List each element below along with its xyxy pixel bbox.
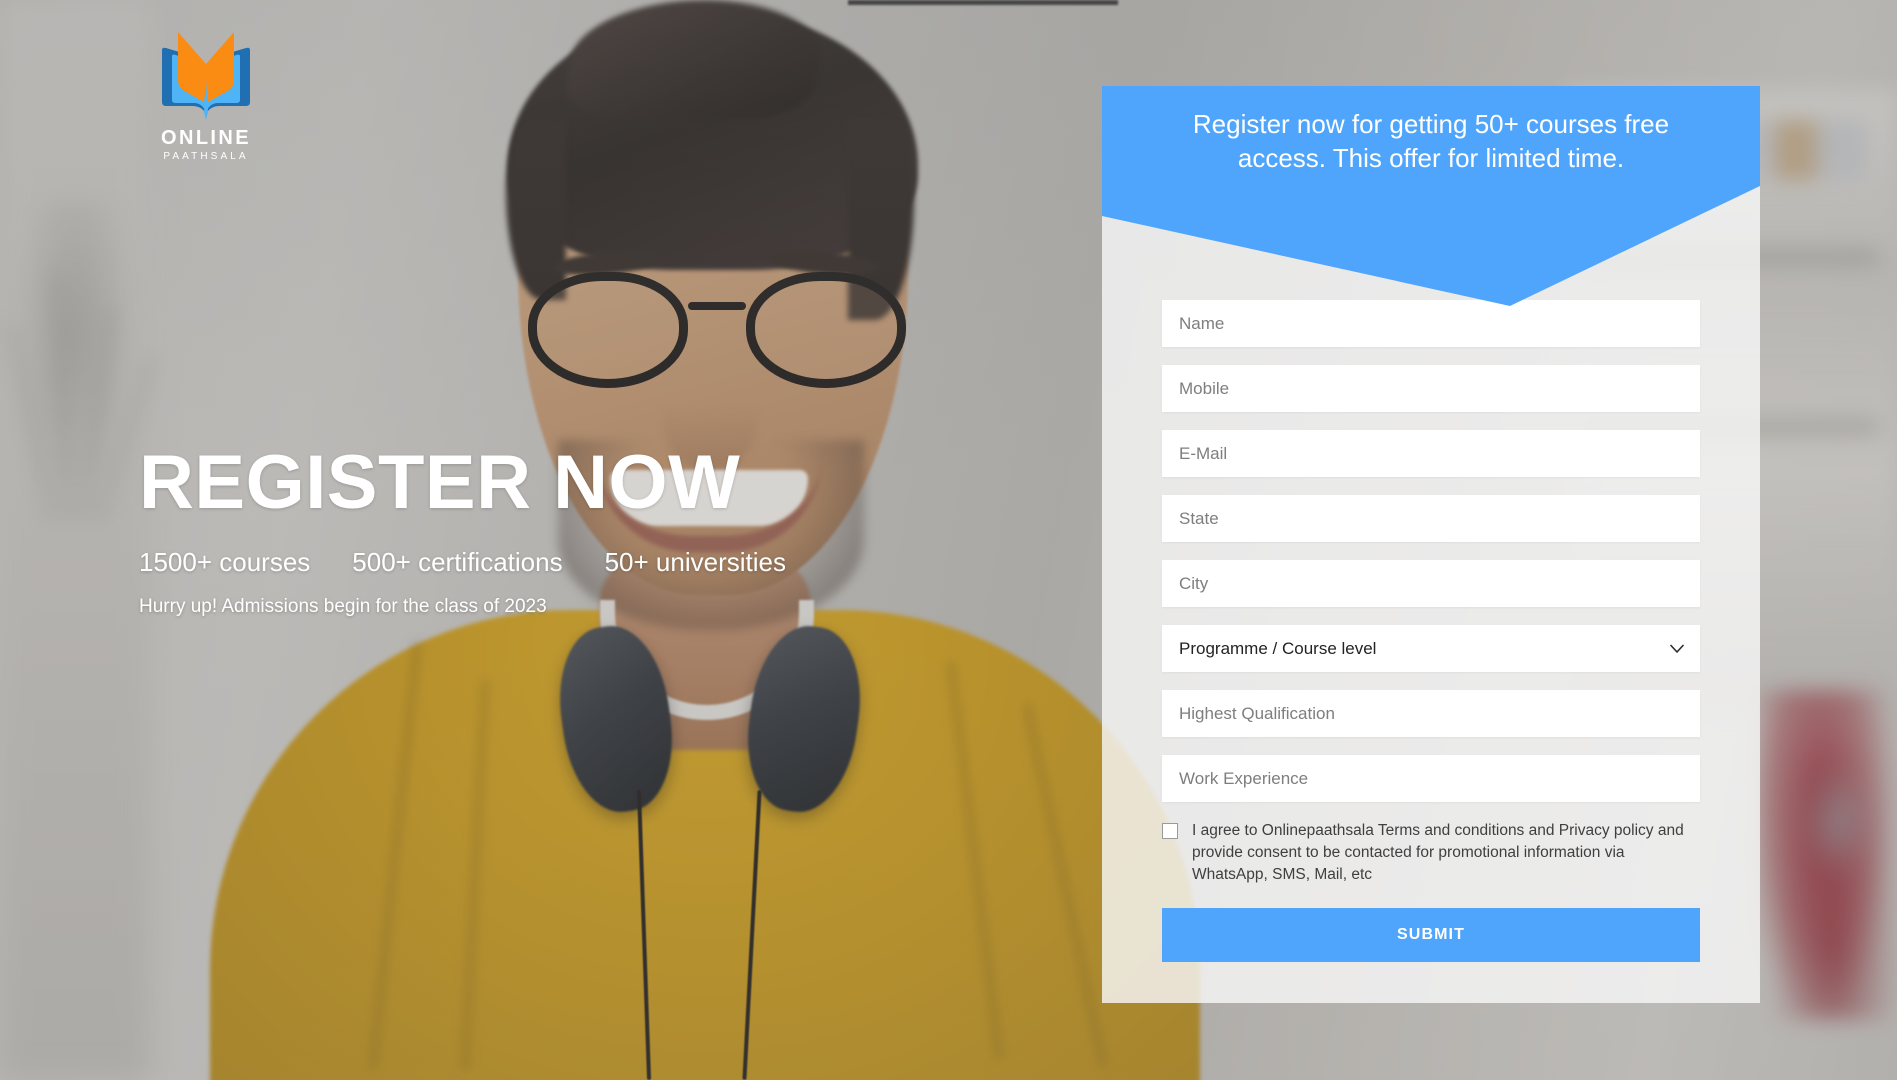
- name-input[interactable]: [1162, 300, 1700, 347]
- consent-row: I agree to Onlinepaathsala Terms and con…: [1162, 820, 1700, 886]
- state-input[interactable]: [1162, 495, 1700, 542]
- email-input[interactable]: [1162, 430, 1700, 477]
- city-input[interactable]: [1162, 560, 1700, 607]
- page-title: REGISTER NOW: [139, 440, 741, 525]
- programme-select[interactable]: Programme / Course level: [1162, 625, 1700, 672]
- hero-stats: 1500+ courses 500+ certifications 50+ un…: [139, 549, 786, 575]
- book-bookmark-logo-icon: [162, 32, 250, 120]
- submit-button[interactable]: SUBMIT: [1162, 908, 1700, 962]
- brand-subtitle: PAATHSALA: [163, 151, 249, 162]
- brand-name: ONLINE: [161, 127, 251, 149]
- registration-card: Register now for getting 50+ courses fre…: [1102, 86, 1760, 1003]
- hero-stat-certifications: 500+ certifications: [352, 547, 563, 577]
- banner-headline: Register now for getting 50+ courses fre…: [1192, 109, 1670, 173]
- programme-select-wrapper: Programme / Course level: [1162, 625, 1700, 672]
- hero-stat-courses: 1500+ courses: [139, 547, 311, 577]
- work-experience-input[interactable]: [1162, 755, 1700, 802]
- hero-section: REGISTER NOW 1500+ courses 500+ certific…: [139, 440, 786, 617]
- hero-stat-universities: 50+ universities: [604, 547, 786, 577]
- consent-text: I agree to Onlinepaathsala Terms and con…: [1192, 822, 1684, 883]
- mobile-input[interactable]: [1162, 365, 1700, 412]
- card-banner: Register now for getting 50+ courses fre…: [1102, 86, 1760, 306]
- highest-qualification-input[interactable]: [1162, 690, 1700, 737]
- landing-page: ONLINE PAATHSALA REGISTER NOW 1500+ cour…: [0, 0, 1897, 1080]
- hero-note: Hurry up! Admissions begin for the class…: [139, 596, 547, 617]
- brand-logo[interactable]: ONLINE PAATHSALA: [152, 28, 260, 162]
- registration-form: Programme / Course level I agree to Onli…: [1102, 300, 1760, 962]
- consent-checkbox[interactable]: [1162, 823, 1178, 839]
